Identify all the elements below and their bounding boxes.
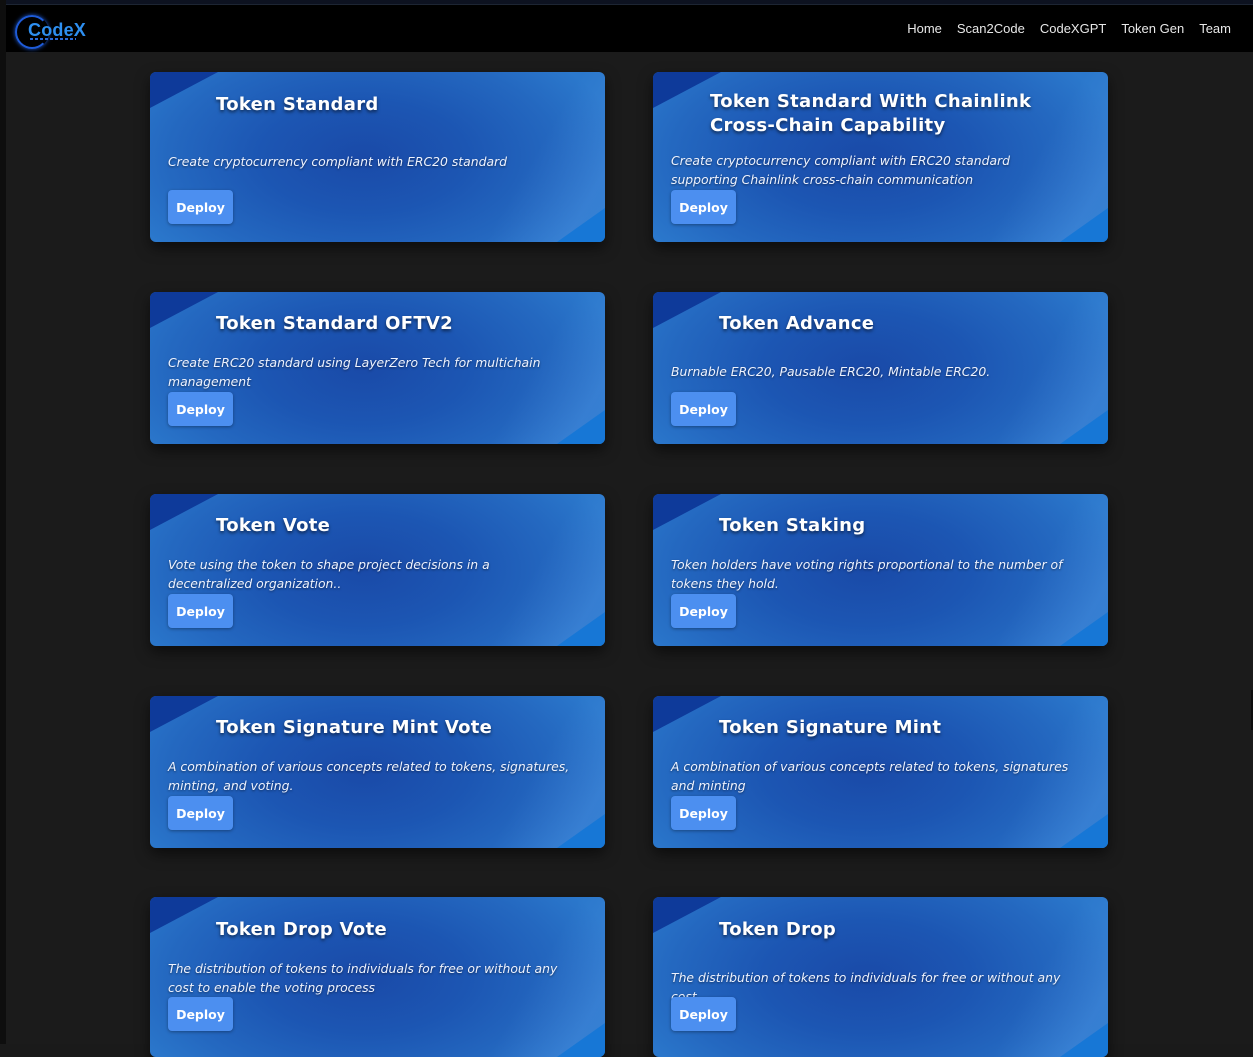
logo-underline	[30, 38, 76, 40]
card-title: Token Vote	[216, 515, 331, 536]
card-title: Token Standard With Chainlink Cross-Chai…	[710, 91, 1032, 136]
deploy-button[interactable]: Deploy	[168, 594, 233, 628]
deploy-button[interactable]: Deploy	[671, 796, 736, 830]
nav-scan2code[interactable]: Scan2Code	[957, 21, 1025, 36]
deploy-button[interactable]: Deploy	[168, 190, 233, 224]
deploy-button[interactable]: Deploy	[168, 392, 233, 426]
card-description: The distribution of tokens to individual…	[168, 961, 558, 995]
left-edge	[0, 0, 6, 1044]
card-description: Create ERC20 standard using LayerZero Te…	[168, 355, 541, 389]
card-title: Token Standard OFTV2	[216, 313, 453, 334]
navbar: CodeX Home Scan2Code CodeXGPT Token Gen …	[6, 4, 1253, 52]
deploy-button[interactable]: Deploy	[671, 997, 736, 1031]
card-token-standard-oftv2: Token Standard OFTV2 Create ERC20 standa…	[150, 292, 605, 444]
deploy-button[interactable]: Deploy	[168, 796, 233, 830]
card-description: Create cryptocurrency compliant with ERC…	[168, 154, 507, 169]
card-title: Token Signature Mint Vote	[216, 717, 493, 738]
deploy-button[interactable]: Deploy	[168, 997, 233, 1031]
card-description: Create cryptocurrency compliant with ERC…	[671, 153, 1010, 187]
deploy-button[interactable]: Deploy	[671, 594, 736, 628]
card-token-advance: Token Advance Burnable ERC20, Pausable E…	[653, 292, 1108, 444]
card-token-staking: Token Staking Token holders have voting …	[653, 494, 1108, 646]
page: CodeX Home Scan2Code CodeXGPT Token Gen …	[0, 0, 1253, 1057]
card-description: A combination of various concepts relate…	[671, 759, 1069, 793]
nav-home[interactable]: Home	[907, 21, 942, 36]
deploy-button[interactable]: Deploy	[671, 190, 736, 224]
card-description: Burnable ERC20, Pausable ERC20, Mintable…	[671, 364, 991, 379]
deploy-button[interactable]: Deploy	[671, 392, 736, 426]
card-token-standard: Token Standard Create cryptocurrency com…	[150, 72, 605, 242]
card-description: Token holders have voting rights proport…	[671, 557, 1063, 591]
nav-menu: Home Scan2Code CodeXGPT Token Gen Team	[907, 5, 1231, 52]
card-title: Token Standard	[216, 94, 379, 115]
card-title: Token Advance	[719, 313, 875, 334]
card-token-signature-mint: Token Signature Mint A combination of va…	[653, 696, 1108, 848]
card-token-standard-chainlink: Token Standard With Chainlink Cross-Chai…	[653, 72, 1108, 242]
card-title: Token Drop Vote	[216, 919, 387, 940]
card-token-vote: Token Vote Vote using the token to shape…	[150, 494, 605, 646]
nav-codexgpt[interactable]: CodeXGPT	[1040, 21, 1106, 36]
card-token-drop-vote: Token Drop Vote The distribution of toke…	[150, 897, 605, 1057]
nav-token-gen[interactable]: Token Gen	[1121, 21, 1184, 36]
nav-team[interactable]: Team	[1199, 21, 1231, 36]
card-description: Vote using the token to shape project de…	[168, 557, 490, 591]
card-title: Token Staking	[719, 515, 866, 536]
card-token-signature-mint-vote: Token Signature Mint Vote A combination …	[150, 696, 605, 848]
card-title: Token Drop	[719, 919, 837, 940]
card-title: Token Signature Mint	[719, 717, 942, 738]
card-description: A combination of various concepts relate…	[168, 759, 570, 793]
card-token-drop: Token Drop The distribution of tokens to…	[653, 897, 1108, 1057]
brand-logo[interactable]: CodeX	[15, 14, 86, 49]
